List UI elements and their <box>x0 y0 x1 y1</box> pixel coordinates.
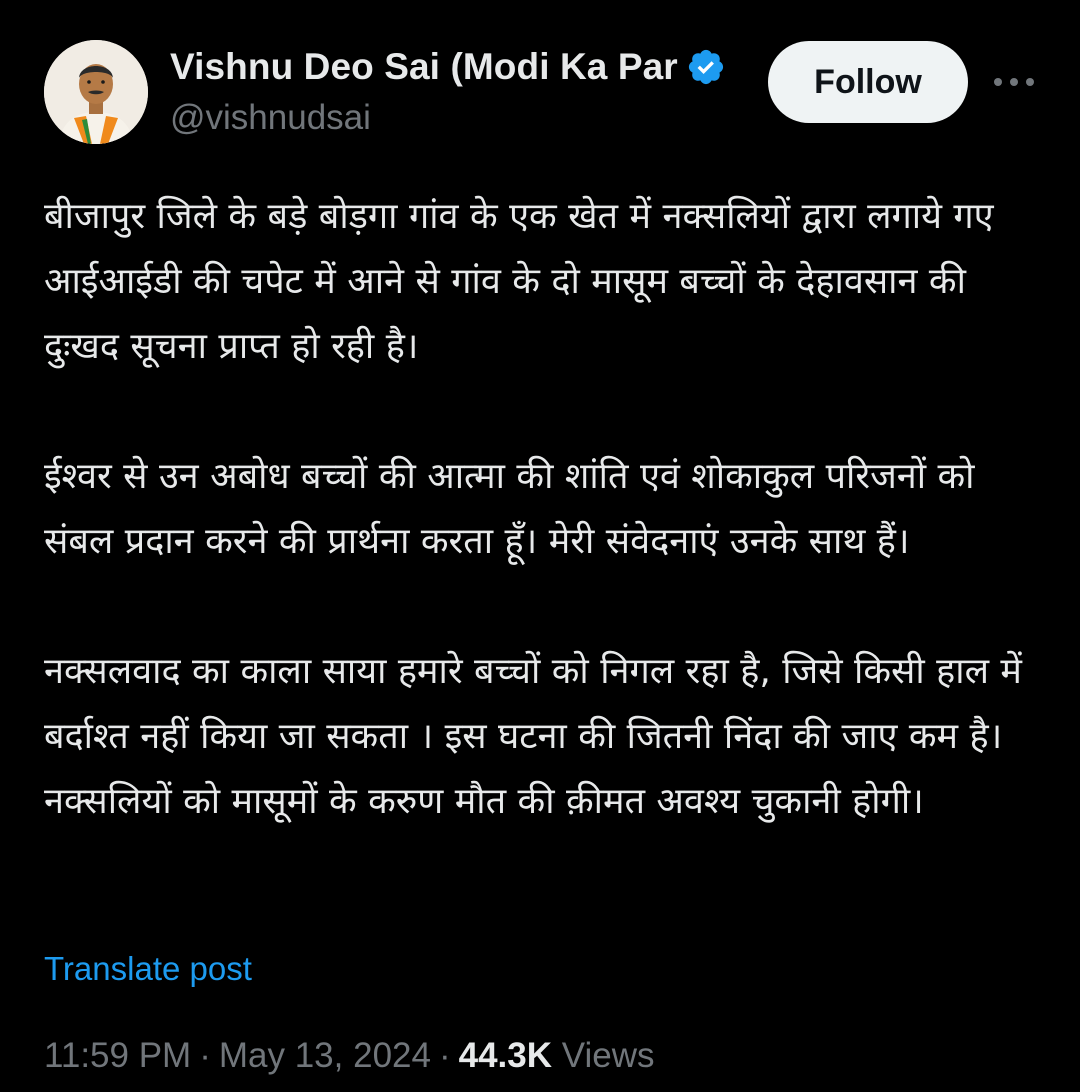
post-meta: 11:59 PM · May 13, 2024 · 44.3K Views <box>44 1036 655 1076</box>
author-display-name[interactable]: Vishnu Deo Sai (Modi Ka Par <box>170 46 678 88</box>
views-label: Views <box>561 1036 655 1075</box>
post-paragraph: बीजापुर जिले के बड़े बोड़गा गांव के एक ख… <box>44 196 994 367</box>
post-date[interactable]: May 13, 2024 <box>219 1036 431 1075</box>
author-handle[interactable]: @vishnudsai <box>170 98 371 138</box>
more-horizontal-icon <box>994 78 1034 86</box>
more-options-button[interactable] <box>990 64 1038 100</box>
post-header: Vishnu Deo Sai (Modi Ka Par @vishnudsai … <box>0 0 1080 160</box>
author-name-row: Vishnu Deo Sai (Modi Ka Par <box>170 44 726 90</box>
post-paragraph: नक्सलवाद का काला साया हमारे बच्चों को नि… <box>44 651 1022 822</box>
translate-post-link[interactable]: Translate post <box>44 950 252 988</box>
meta-separator: · <box>199 1036 211 1075</box>
verified-badge-icon <box>688 49 723 85</box>
post-time[interactable]: 11:59 PM <box>44 1036 191 1075</box>
meta-separator: · <box>438 1036 451 1075</box>
post-paragraph: ईश्वर से उन अबोध बच्चों की आत्मा की शांत… <box>44 456 975 562</box>
post-text: बीजापुर जिले के बड़े बोड़गा गांव के एक ख… <box>44 184 1044 834</box>
follow-button[interactable]: Follow <box>768 41 968 123</box>
views-count: 44.3K <box>458 1036 553 1075</box>
avatar[interactable] <box>44 40 148 144</box>
